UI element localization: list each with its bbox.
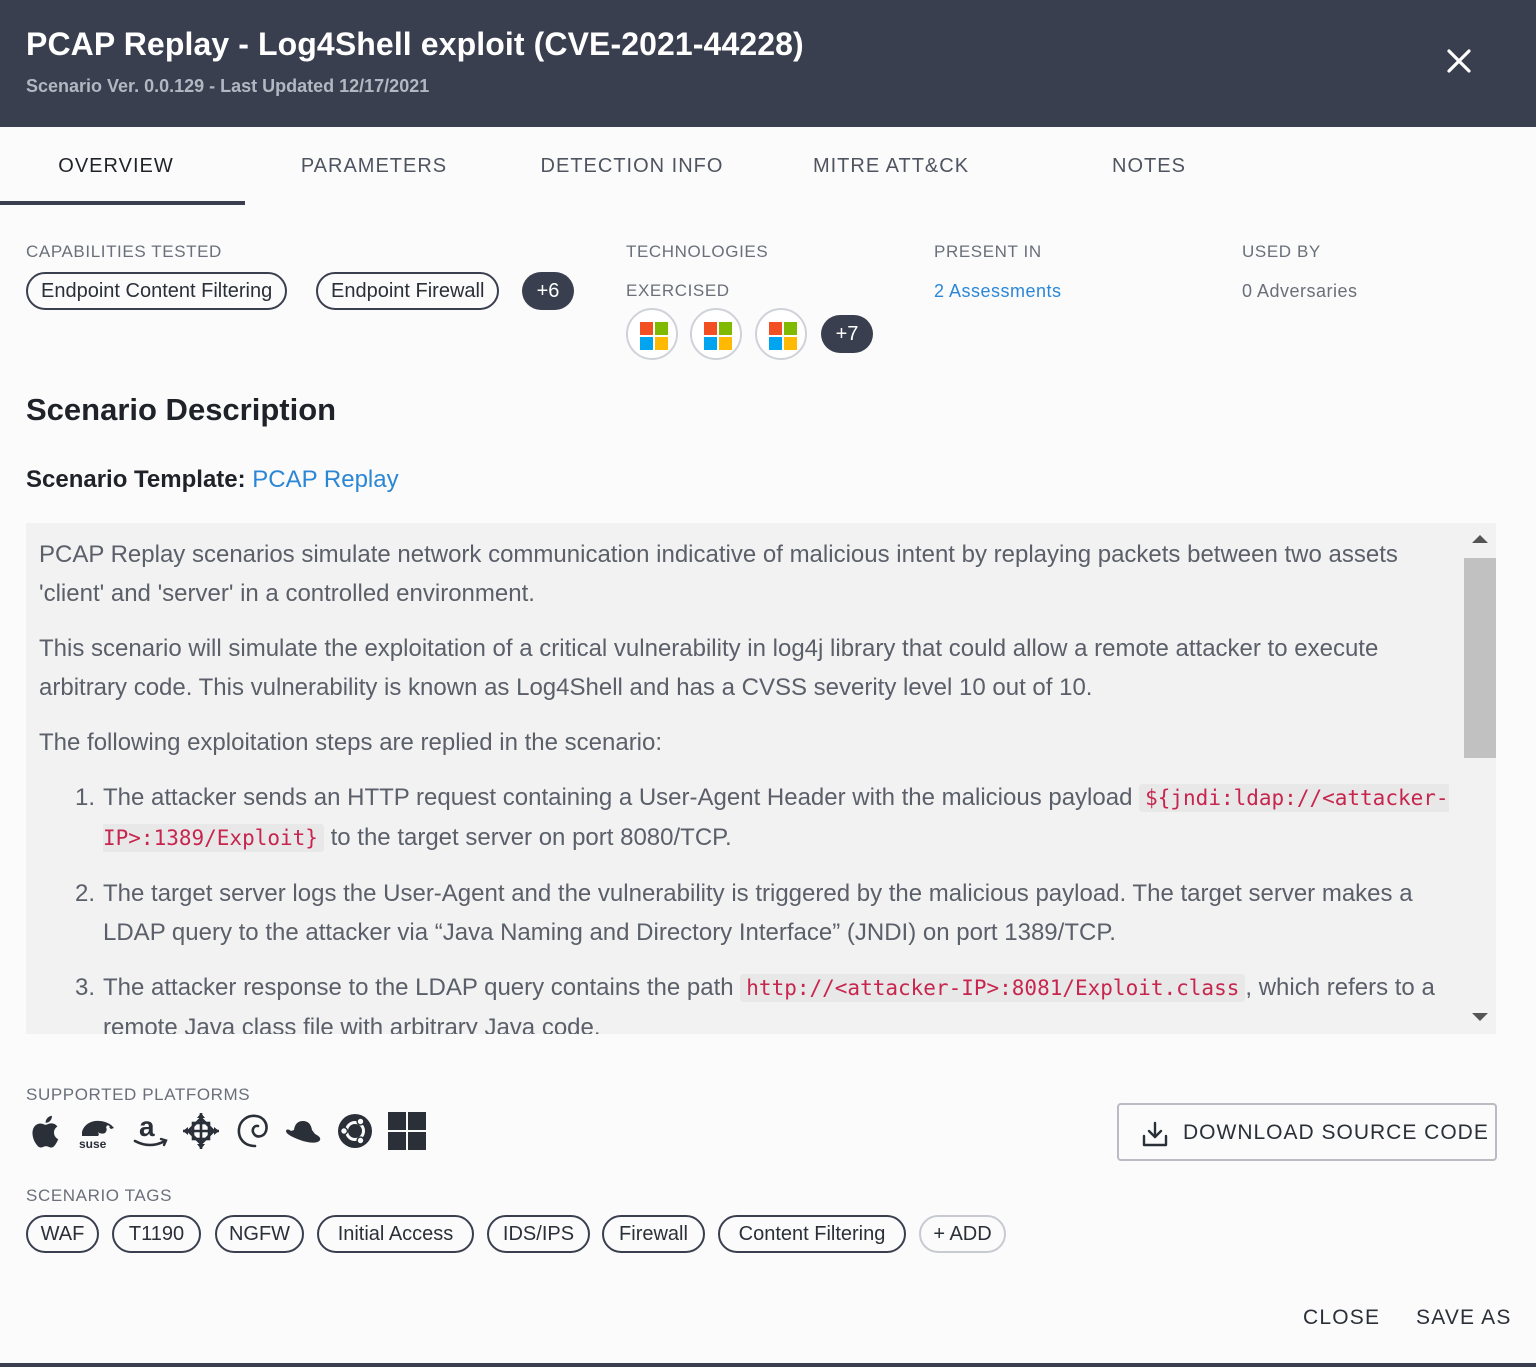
tag-chip[interactable]: Content Filtering: [718, 1215, 906, 1253]
debian-icon: [232, 1110, 274, 1152]
list-item: 3. The attacker response to the LDAP que…: [75, 968, 1449, 1034]
list-item: 1. The attacker sends an HTTP request co…: [75, 778, 1449, 858]
add-tag-button[interactable]: + ADD: [919, 1215, 1006, 1253]
scenario-description-title: Scenario Description: [26, 392, 337, 427]
tag-chip[interactable]: WAF: [26, 1215, 99, 1253]
description-scrollbar[interactable]: [1464, 523, 1496, 1034]
description-content: PCAP Replay scenarios simulate network c…: [39, 535, 1449, 1034]
microsoft-icon[interactable]: [626, 308, 678, 360]
description-paragraph: PCAP Replay scenarios simulate network c…: [39, 541, 1398, 607]
step-number: 3.: [75, 974, 96, 1001]
dialog-header: PCAP Replay - Log4Shell exploit (CVE-202…: [0, 0, 1536, 127]
windows-icon: [386, 1110, 428, 1152]
tab-notes[interactable]: NOTES: [1070, 127, 1228, 205]
download-icon: [1141, 1120, 1169, 1148]
scrollbar-thumb[interactable]: [1464, 558, 1496, 758]
amazon-wordmark: a: [139, 1111, 155, 1142]
tag-chip[interactable]: T1190: [112, 1215, 201, 1253]
exploitation-steps-list: 1. The attacker sends an HTTP request co…: [75, 778, 1449, 1034]
capability-chip[interactable]: Endpoint Content Filtering: [26, 272, 288, 310]
description-paragraph: This scenario will simulate the exploita…: [39, 635, 1379, 701]
ubuntu-icon: [334, 1110, 376, 1152]
used-by-label: USED BY: [1242, 242, 1321, 261]
apple-icon: [26, 1110, 68, 1152]
download-button-label: DOWNLOAD SOURCE CODE: [1183, 1121, 1489, 1144]
tag-chip[interactable]: NGFW: [215, 1215, 304, 1253]
download-source-code-button[interactable]: DOWNLOAD SOURCE CODE: [1117, 1103, 1497, 1161]
capabilities-more-badge[interactable]: +6: [522, 272, 574, 310]
suse-icon: suse: [78, 1110, 120, 1152]
microsoft-icon[interactable]: [755, 308, 807, 360]
tab-mitre-attack[interactable]: MITRE ATT&CK: [780, 127, 1002, 205]
capability-chip[interactable]: Endpoint Firewall: [316, 272, 500, 310]
dialog-title: PCAP Replay - Log4Shell exploit (CVE-202…: [26, 26, 804, 62]
step-text: The target server logs the User-Agent an…: [103, 880, 1413, 946]
scenario-template-link[interactable]: PCAP Replay: [252, 466, 398, 493]
adversaries-count: 0 Adversaries: [1242, 281, 1358, 301]
tag-chip[interactable]: IDS/IPS: [487, 1215, 590, 1253]
active-tab-indicator: [0, 201, 245, 205]
tab-detection-info[interactable]: DETECTION INFO: [516, 127, 748, 205]
close-button[interactable]: CLOSE: [1303, 1306, 1380, 1330]
step-text: to the target server on port 8080/TCP.: [323, 824, 732, 851]
save-as-button[interactable]: SAVE AS: [1416, 1306, 1512, 1330]
scenario-version: Scenario Ver. 0.0.129 - Last Updated 12/…: [26, 76, 430, 96]
close-icon[interactable]: [1440, 42, 1478, 80]
exploit-path-code: http://<attacker-IP>:8081/Exploit.class: [740, 974, 1246, 1002]
step-number: 1.: [75, 784, 96, 811]
step-text: The attacker sends an HTTP request conta…: [103, 784, 1140, 811]
supported-platforms-label: SUPPORTED PLATFORMS: [26, 1085, 251, 1104]
redhat-icon: [282, 1110, 324, 1152]
scenario-tags-label: SCENARIO TAGS: [26, 1186, 173, 1205]
tab-bar: OVERVIEW PARAMETERS DETECTION INFO MITRE…: [0, 127, 1536, 205]
technologies-label: TECHNOLOGIES: [626, 242, 769, 261]
present-in-label: PRESENT IN: [934, 242, 1042, 261]
tag-chip[interactable]: Initial Access: [317, 1215, 474, 1253]
list-item: 2. The target server logs the User-Agent…: [75, 874, 1449, 952]
step-number: 2.: [75, 880, 96, 907]
scenario-template-line: Scenario Template: PCAP Replay: [26, 466, 399, 494]
bottom-border: [0, 1363, 1536, 1367]
assessments-link[interactable]: 2 Assessments: [934, 281, 1062, 302]
scroll-down-arrow-icon[interactable]: [1472, 1013, 1488, 1021]
centos-icon: [180, 1110, 222, 1152]
scenario-template-key: Scenario Template:: [26, 466, 246, 493]
tab-overview[interactable]: OVERVIEW: [0, 127, 232, 205]
technologies-label-line2: EXERCISED: [626, 281, 730, 300]
scroll-up-arrow-icon[interactable]: [1472, 535, 1488, 543]
step-text: The attacker response to the LDAP query …: [103, 974, 741, 1001]
suse-wordmark: suse: [79, 1137, 107, 1151]
capabilities-label: CAPABILITIES TESTED: [26, 242, 222, 261]
description-panel[interactable]: PCAP Replay scenarios simulate network c…: [26, 523, 1496, 1034]
technologies-more-badge[interactable]: +7: [821, 315, 873, 353]
tab-parameters[interactable]: PARAMETERS: [262, 127, 486, 205]
tag-chip[interactable]: Firewall: [602, 1215, 705, 1253]
amazon-icon: a: [130, 1110, 172, 1152]
description-paragraph: The following exploitation steps are rep…: [39, 729, 663, 756]
microsoft-icon[interactable]: [690, 308, 742, 360]
